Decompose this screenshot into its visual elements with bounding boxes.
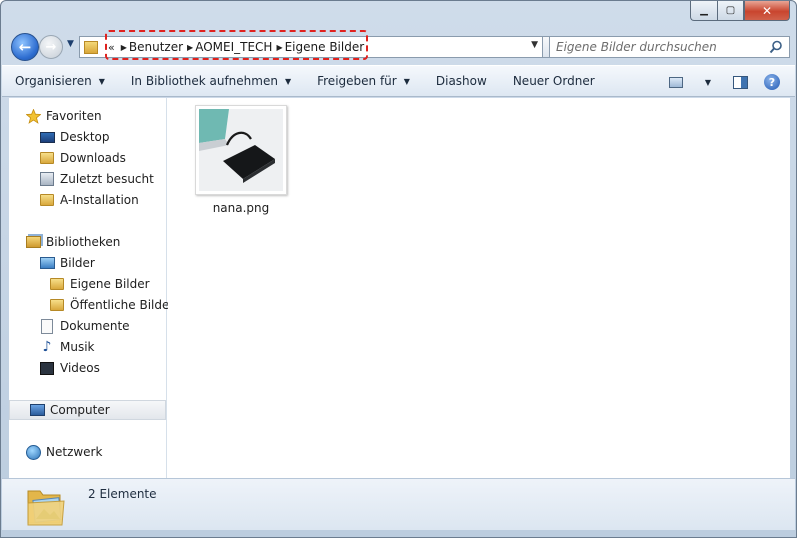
sidebar-item-label: Netzwerk xyxy=(46,445,103,459)
share-with-label: Freigeben für xyxy=(317,74,397,88)
sidebar-item-label: A-Installation xyxy=(60,193,139,207)
search-icon[interactable] xyxy=(769,40,783,54)
main-content: Favoriten Desktop Downloads Zuletzt besu… xyxy=(9,98,790,478)
sidebar-item-computer[interactable]: Computer xyxy=(9,400,166,420)
image-thumbnail-icon xyxy=(195,105,287,195)
file-list-area[interactable]: nana.png xyxy=(168,98,790,478)
forward-button[interactable]: → xyxy=(39,35,63,59)
sidebar-item-label: Downloads xyxy=(60,151,126,165)
film-strip-icon xyxy=(39,360,55,376)
chevron-down-icon: ▼ xyxy=(403,76,410,86)
maximize-button[interactable]: ▢ xyxy=(717,1,744,21)
chevron-down-icon: ▼ xyxy=(704,77,712,87)
help-button[interactable]: ? xyxy=(759,71,785,93)
breadcrumb: « ▶ Benutzer ▶ AOMEI_TECH ▶ Eigene Bilde… xyxy=(102,37,368,57)
folder-icon xyxy=(80,37,102,57)
chevron-down-icon[interactable]: ▼ xyxy=(531,40,538,50)
view-icon xyxy=(669,76,683,88)
chevron-right-icon[interactable]: ▶ xyxy=(117,43,129,52)
preview-pane-button[interactable] xyxy=(727,71,753,93)
sidebar-item-downloads[interactable]: Downloads xyxy=(39,148,126,168)
sidebar-item-music[interactable]: ♪ Musik xyxy=(39,337,95,357)
forward-arrow-icon: → xyxy=(45,39,57,55)
recent-pages-dropdown-icon[interactable]: ▼ xyxy=(67,39,74,49)
chevron-down-icon: ▼ xyxy=(284,76,292,86)
command-bar-right: ▼ ? xyxy=(663,71,785,93)
sidebar-item-label: Computer xyxy=(50,403,110,417)
breadcrumb-item-benutzer[interactable]: Benutzer xyxy=(129,40,183,54)
sidebar-item-libraries[interactable]: Bibliotheken xyxy=(25,232,120,252)
recent-places-icon xyxy=(39,171,55,187)
music-note-icon: ♪ xyxy=(42,339,52,355)
sidebar-item-recent[interactable]: Zuletzt besucht xyxy=(39,169,154,189)
navigation-row: ← → ▼ « ▶ Benutzer ▶ AOMEI_TECH ▶ Eigene… xyxy=(9,31,790,61)
include-in-library-label: In Bibliothek aufnehmen xyxy=(130,74,278,88)
sidebar-item-label: Desktop xyxy=(60,130,110,144)
explorer-window: ▁ ▢ ✕ ← → ▼ « ▶ Benutzer ▶ AOMEI_TECH ▶ … xyxy=(0,0,797,538)
chevron-right-icon[interactable]: ▶ xyxy=(272,43,284,52)
command-bar: Organisieren ▼ In Bibliothek aufnehmen ▼ F… xyxy=(2,65,795,97)
sidebar-item-videos[interactable]: Videos xyxy=(39,358,100,378)
sidebar-item-label: Musik xyxy=(60,340,95,354)
sidebar-item-network[interactable]: Netzwerk xyxy=(25,442,102,462)
item-count: 2 Elemente xyxy=(88,487,157,501)
address-bar[interactable]: « ▶ Benutzer ▶ AOMEI_TECH ▶ Eigene Bilde… xyxy=(79,36,543,58)
change-view-button[interactable] xyxy=(663,71,689,93)
chevron-right-icon[interactable]: ▶ xyxy=(183,43,195,52)
sidebar-item-favorites[interactable]: Favoriten xyxy=(25,106,102,126)
window-caption-buttons: ▁ ▢ ✕ xyxy=(690,1,790,21)
breadcrumb-item-eigene-bilder[interactable]: Eigene Bilder xyxy=(285,40,365,54)
share-with-menu[interactable]: Freigeben für ▼ xyxy=(304,69,423,93)
preview-pane-icon xyxy=(732,75,748,89)
documents-icon xyxy=(39,318,55,334)
pictures-folder-icon xyxy=(27,490,65,526)
minimize-button[interactable]: ▁ xyxy=(690,1,717,21)
sidebar-item-pictures[interactable]: Bilder xyxy=(39,253,95,273)
include-in-library-menu[interactable]: In Bibliothek aufnehmen ▼ xyxy=(118,69,304,93)
sidebar-item-public-pictures[interactable]: Öffentliche Bilder xyxy=(49,295,174,315)
organize-menu[interactable]: Organisieren ▼ xyxy=(2,69,118,93)
new-folder-button[interactable]: Neuer Ordner xyxy=(500,69,608,93)
libraries-icon xyxy=(25,234,41,250)
sidebar-item-label: Favoriten xyxy=(46,109,102,123)
sidebar-item-label: Bibliotheken xyxy=(46,235,121,249)
organize-label: Organisieren xyxy=(15,74,92,88)
downloads-folder-icon xyxy=(39,150,55,166)
folder-icon xyxy=(49,297,65,313)
new-folder-label: Neuer Ordner xyxy=(512,74,595,88)
chevron-down-icon: ▼ xyxy=(98,76,105,86)
sidebar-item-label: Bilder xyxy=(60,256,95,270)
pictures-icon xyxy=(39,255,55,271)
sidebar-item-label: Öffentliche Bilder xyxy=(70,298,175,312)
sidebar-item-my-pictures[interactable]: Eigene Bilder xyxy=(49,274,150,294)
help-icon: ? xyxy=(764,74,780,90)
sidebar-item-label: Eigene Bilder xyxy=(70,277,150,291)
back-arrow-icon: ← xyxy=(18,38,32,56)
navigation-pane[interactable]: Favoriten Desktop Downloads Zuletzt besu… xyxy=(9,98,174,478)
sidebar-item-label: Videos xyxy=(60,361,100,375)
sidebar-item-a-installation[interactable]: A-Installation xyxy=(39,190,139,210)
desktop-icon xyxy=(39,129,55,145)
slideshow-button[interactable]: Diashow xyxy=(423,69,500,93)
star-icon xyxy=(25,108,41,124)
back-button[interactable]: ← xyxy=(11,33,39,61)
sidebar-item-label: Zuletzt besucht xyxy=(60,172,154,186)
search-input[interactable] xyxy=(556,40,766,54)
folder-icon xyxy=(39,192,55,208)
details-pane: 2 Elemente xyxy=(2,478,795,530)
file-item[interactable]: nana.png xyxy=(181,105,301,225)
sidebar-item-documents[interactable]: Dokumente xyxy=(39,316,130,336)
computer-icon xyxy=(29,402,45,418)
close-button[interactable]: ✕ xyxy=(744,1,790,21)
sidebar-item-desktop[interactable]: Desktop xyxy=(39,127,110,147)
breadcrumb-item-aomei-tech[interactable]: AOMEI_TECH xyxy=(195,40,272,54)
file-name: nana.png xyxy=(212,201,270,215)
view-options-dropdown[interactable]: ▼ xyxy=(695,71,721,93)
breadcrumb-overflow-button[interactable]: « xyxy=(106,41,117,54)
folder-icon xyxy=(49,276,65,292)
search-box[interactable] xyxy=(549,36,790,58)
sidebar-item-label: Dokumente xyxy=(60,319,130,333)
network-globe-icon xyxy=(25,444,41,460)
slideshow-label: Diashow xyxy=(435,74,487,88)
